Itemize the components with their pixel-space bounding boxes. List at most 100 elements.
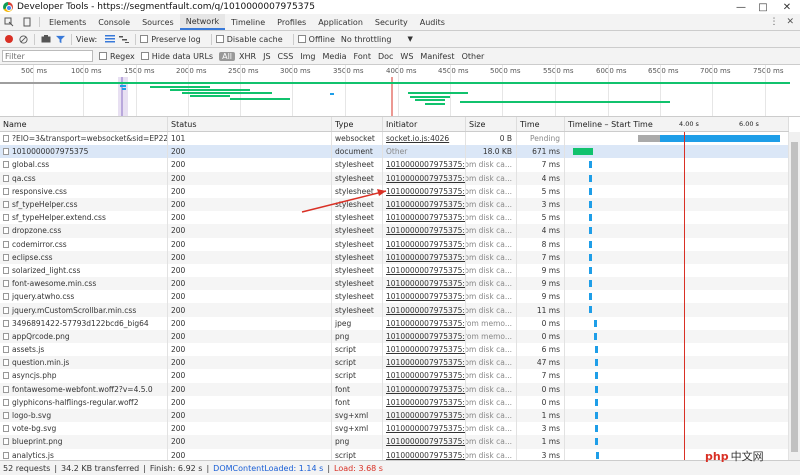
column-header-size[interactable]: Size	[466, 117, 517, 131]
cell-name[interactable]: eclipse.css	[0, 250, 168, 264]
cell-initiator[interactable]: 1010000007975375:10	[383, 408, 466, 423]
cell-initiator-text[interactable]: 1010000007975375:839	[386, 437, 465, 446]
cell-initiator-text[interactable]: 1010000007975375:10	[386, 213, 465, 222]
cell-initiator[interactable]: 1010000007975375:10	[383, 395, 466, 409]
tab-audits[interactable]: Audits	[414, 14, 451, 30]
cell-name[interactable]: jquery.atwho.css	[0, 290, 168, 304]
table-row[interactable]: eclipse.css 200 stylesheet 1010000007975375…	[0, 250, 789, 264]
table-row[interactable]: jquery.mCustomScrollbar.min.css 200 styles…	[0, 303, 789, 317]
cell-name-text[interactable]: blueprint.png	[12, 437, 63, 446]
cell-initiator-text[interactable]: 1010000007975375:10	[386, 398, 465, 407]
tab-application[interactable]: Application	[312, 14, 369, 30]
cell-initiator-text[interactable]: 1010000007975375:10	[386, 200, 465, 209]
cell-name-text[interactable]: font-awesome.min.css	[12, 279, 96, 288]
cell-initiator[interactable]: 1010000007975375:998	[383, 343, 466, 357]
cell-initiator[interactable]: 1010000007975375:10	[383, 224, 466, 238]
cell-name[interactable]: ?EIO=3&transport=websocket&sid=EP22ziCvK…	[0, 132, 168, 146]
cell-name-text[interactable]: solarized_light.css	[12, 266, 80, 275]
cell-initiator[interactable]: 1010000007975375:1001	[383, 369, 466, 383]
more-options-icon[interactable]: ⋮	[769, 17, 778, 27]
record-icon[interactable]	[5, 35, 13, 43]
cell-initiator-text[interactable]: 1010000007975375:4	[386, 160, 465, 169]
table-row[interactable]: question.min.js 200 script 1010000007975375…	[0, 356, 789, 370]
cell-name[interactable]: solarized_light.css	[0, 263, 168, 278]
table-row[interactable]: global.css 200 stylesheet 1010000007975375:…	[0, 158, 789, 172]
cell-name-text[interactable]: codemirror.css	[12, 240, 67, 249]
cell-initiator-text[interactable]: 1010000007975375:10	[386, 240, 465, 249]
cell-name-text[interactable]: jquery.mCustomScrollbar.min.css	[12, 306, 136, 315]
table-row[interactable]: responsive.css 200 stylesheet 1010000007975…	[0, 184, 789, 198]
cell-name-text[interactable]: 3496891422-57793d122bcd6_big64	[12, 319, 149, 328]
cell-initiator-text[interactable]: 1010000007975375:999	[386, 358, 465, 367]
cell-name[interactable]: logo-b.svg	[0, 408, 168, 423]
disable-cache-checkbox[interactable]: Disable cache	[215, 35, 283, 44]
close-devtools-icon[interactable]: ✕	[786, 17, 794, 27]
table-row[interactable]: logo-b.svg 200 svg+xml 1010000007975375:10(…	[0, 408, 789, 423]
cell-initiator[interactable]: socket.io.js:4026	[383, 132, 466, 146]
column-header-time[interactable]: Time	[517, 117, 565, 131]
cell-name[interactable]: qa.css	[0, 171, 168, 185]
table-row[interactable]: font-awesome.min.css 200 stylesheet 1010000…	[0, 277, 789, 291]
table-row[interactable]: assets.js 200 script 1010000007975375:998(f…	[0, 343, 789, 357]
filter-type-font[interactable]: Font	[351, 52, 374, 61]
cell-initiator[interactable]: 1010000007975375:1110	[383, 329, 466, 343]
inspect-element-icon[interactable]	[0, 14, 18, 30]
cell-name[interactable]: font-awesome.min.css	[0, 277, 168, 291]
filter-type-all[interactable]: All	[219, 51, 236, 61]
filter-type-img[interactable]: Img	[297, 52, 318, 61]
tab-network[interactable]: Network	[179, 14, 226, 30]
cell-initiator-text[interactable]: 1010000007975375:10	[386, 385, 465, 394]
cell-initiator[interactable]: 1010000007975375:10	[383, 197, 466, 212]
cell-initiator[interactable]: 1010000007975375:10	[383, 237, 466, 251]
table-row[interactable]: solarized_light.css 200 stylesheet 10100000…	[0, 263, 789, 278]
cell-name[interactable]: assets.js	[0, 343, 168, 357]
regex-checkbox[interactable]: Regex	[99, 52, 135, 61]
cell-initiator[interactable]: 1010000007975375:118	[383, 448, 466, 460]
table-row[interactable]: sf_typeHelper.extend.css 200 stylesheet 101…	[0, 211, 789, 225]
throttling-select[interactable]: No throttling ▼	[341, 35, 413, 44]
cell-initiator-text[interactable]: 1010000007975375:118	[386, 451, 465, 460]
column-header-initiator[interactable]: Initiator	[383, 117, 466, 131]
maximize-button[interactable]: □	[752, 0, 774, 14]
cell-name[interactable]: glyphicons-halflings-regular.woff2	[0, 395, 168, 409]
cell-initiator[interactable]: 1010000007975375:4	[383, 158, 466, 172]
cell-name-text[interactable]: question.min.js	[12, 358, 69, 367]
cell-initiator[interactable]: 1010000007975375:999	[383, 356, 466, 370]
cell-name-text[interactable]: 1010000007975375	[12, 147, 88, 156]
tab-security[interactable]: Security	[369, 14, 414, 30]
cell-initiator-text[interactable]: 1010000007975375:386	[386, 319, 465, 328]
cell-name[interactable]: responsive.css	[0, 184, 168, 198]
cell-name[interactable]: vote-bg.svg	[0, 422, 168, 436]
cell-name-text[interactable]: logo-b.svg	[12, 411, 51, 420]
offline-checkbox[interactable]: Offline	[297, 35, 335, 44]
hide-data-urls-checkbox[interactable]: Hide data URLs	[140, 52, 213, 61]
column-header-name[interactable]: Name	[0, 117, 168, 131]
cell-name[interactable]: jquery.mCustomScrollbar.min.css	[0, 303, 168, 317]
column-header-timeline[interactable]: Timeline – Start Time 4.00 s 6.00 s	[565, 117, 789, 131]
clear-icon[interactable]	[16, 34, 30, 44]
table-row[interactable]: ?EIO=3&transport=websocket&sid=EP22ziCvK…	[0, 132, 789, 146]
table-row[interactable]: blueprint.png 200 png 1010000007975375:839(…	[0, 435, 789, 449]
tab-sources[interactable]: Sources	[136, 14, 180, 30]
filter-type-media[interactable]: Media	[320, 52, 350, 61]
table-row[interactable]: qa.css 200 stylesheet 1010000007975375:4(fr…	[0, 171, 789, 185]
cell-name[interactable]: dropzone.css	[0, 224, 168, 238]
cell-name-text[interactable]: vote-bg.svg	[12, 424, 56, 433]
cell-name-text[interactable]: ?EIO=3&transport=websocket&sid=EP22ziCvK…	[12, 134, 167, 143]
cell-initiator-text[interactable]: 1010000007975375:10	[386, 226, 465, 235]
filter-icon[interactable]	[53, 35, 67, 44]
column-header-status[interactable]: Status	[168, 117, 332, 131]
tab-elements[interactable]: Elements	[43, 14, 92, 30]
table-row[interactable]: jquery.atwho.css 200 stylesheet 10100000079…	[0, 290, 789, 304]
table-row[interactable]: 1010000007975375 200 document Other 18.0 KB 6…	[0, 145, 789, 159]
checkbox-box[interactable]	[140, 35, 149, 43]
cell-name-text[interactable]: qa.css	[12, 174, 36, 183]
filter-type-manifest[interactable]: Manifest	[417, 52, 457, 61]
cell-name-text[interactable]: asyncjs.php	[12, 371, 56, 380]
cell-name[interactable]: sf_typeHelper.css	[0, 197, 168, 212]
cell-name-text[interactable]: jquery.atwho.css	[12, 292, 74, 301]
filter-type-ws[interactable]: WS	[397, 52, 416, 61]
cell-name[interactable]: asyncjs.php	[0, 369, 168, 383]
cell-initiator-text[interactable]: 1010000007975375:1110	[386, 332, 465, 341]
cell-name-text[interactable]: sf_typeHelper.css	[12, 200, 77, 209]
